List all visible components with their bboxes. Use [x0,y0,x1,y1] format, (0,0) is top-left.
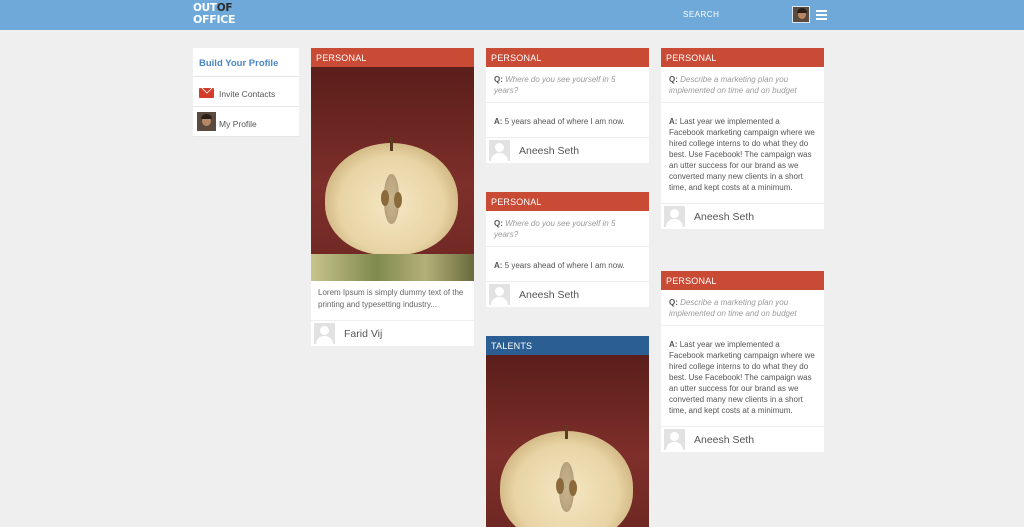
card-author[interactable]: Farid Vij [311,321,474,346]
post-card[interactable]: PERSONAL Lorem Ipsum is simply dummy tex… [311,48,474,346]
answer-text: Last year we implemented a Facebook mark… [669,340,815,415]
build-profile-title[interactable]: Build Your Profile [193,48,299,77]
question-text: Describe a marketing plan you implemente… [669,75,797,95]
answer-text: 5 years ahead of where I am now. [504,117,625,126]
question-label: Q: [669,75,678,84]
question-label: Q: [494,75,503,84]
sidebar-item-label: Invite Contacts [219,89,276,99]
question-text: Describe a marketing plan you implemente… [669,298,797,318]
mail-icon [199,88,214,98]
card-category-header: PERSONAL [311,48,474,67]
card-question: Q: Where do you see yourself in 5 years? [486,67,649,103]
card-author[interactable]: Aneesh Seth [486,138,649,163]
apple-painting-image [311,67,474,281]
avatar-placeholder-icon [664,206,685,227]
sidebar-item-label: My Profile [219,119,257,129]
card-category-header: PERSONAL [661,48,824,67]
answer-label: A: [494,117,503,126]
logo-text-office: OFFICE [193,13,236,26]
card-question: Q: Where do you see yourself in 5 years? [486,211,649,247]
post-card[interactable]: PERSONAL Q: Describe a marketing plan yo… [661,271,824,452]
card-answer: A: Last year we implemented a Facebook m… [661,103,824,204]
post-card[interactable]: PERSONAL Q: Where do you see yourself in… [486,192,649,307]
author-name: Aneesh Seth [519,289,580,301]
card-author[interactable]: Aneesh Seth [661,427,824,452]
sidebar-item-invite-contacts[interactable]: Invite Contacts [193,77,299,107]
card-category-header: PERSONAL [486,48,649,67]
card-description: Lorem Ipsum is simply dummy text of the … [311,281,474,321]
sidebar-item-my-profile[interactable]: My Profile [193,107,299,137]
user-avatar[interactable] [792,6,810,23]
question-text: Where do you see yourself in 5 years? [494,219,616,239]
author-name: Aneesh Seth [694,434,755,446]
answer-label: A: [669,117,678,126]
card-author[interactable]: Aneesh Seth [486,282,649,307]
top-navigation-bar: OUTOF OFFICE SEARCH [0,0,1024,30]
card-question: Q: Describe a marketing plan you impleme… [661,290,824,326]
answer-label: A: [669,340,678,349]
post-card[interactable]: PERSONAL Q: Where do you see yourself in… [486,48,649,163]
card-answer: A: 5 years ahead of where I am now. [486,247,649,282]
sidebar: Build Your Profile Invite Contacts My Pr… [193,48,299,137]
author-name: Aneesh Seth [694,211,755,223]
post-card[interactable]: TALENTS [486,336,649,527]
answer-text: 5 years ahead of where I am now. [504,261,625,270]
post-card[interactable]: PERSONAL Q: Describe a marketing plan yo… [661,48,824,229]
avatar [197,112,216,131]
question-label: Q: [494,219,503,228]
apple-painting-image [486,355,649,527]
card-answer: A: 5 years ahead of where I am now. [486,103,649,138]
author-name: Aneesh Seth [519,145,580,157]
search-link[interactable]: SEARCH [683,10,719,19]
avatar-placeholder-icon [664,429,685,450]
card-question: Q: Describe a marketing plan you impleme… [661,67,824,103]
avatar-placeholder-icon [314,323,335,344]
hamburger-menu-icon[interactable] [816,10,827,20]
avatar-placeholder-icon [489,284,510,305]
card-answer: A: Last year we implemented a Facebook m… [661,326,824,427]
card-category-header: TALENTS [486,336,649,355]
out-of-office-logo[interactable]: OUTOF OFFICE [193,3,241,27]
avatar-placeholder-icon [489,140,510,161]
card-author[interactable]: Aneesh Seth [661,204,824,229]
card-category-header: PERSONAL [661,271,824,290]
author-name: Farid Vij [344,328,383,340]
answer-text: Last year we implemented a Facebook mark… [669,117,815,192]
card-category-header: PERSONAL [486,192,649,211]
answer-label: A: [494,261,503,270]
question-label: Q: [669,298,678,307]
question-text: Where do you see yourself in 5 years? [494,75,616,95]
